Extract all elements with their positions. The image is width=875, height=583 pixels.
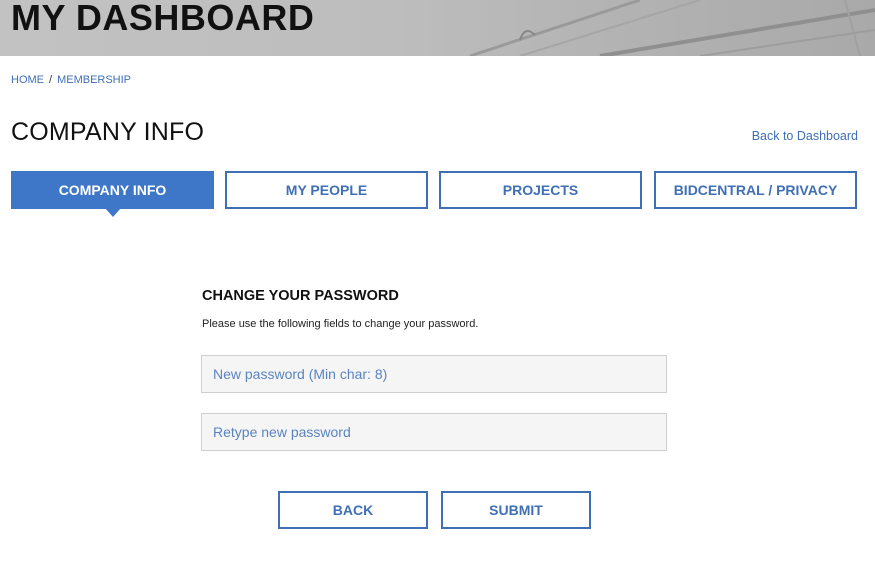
change-password-description: Please use the following fields to chang… (202, 318, 479, 330)
tab-company-info[interactable]: COMPANY INFO (11, 171, 214, 217)
retype-password-field (201, 413, 667, 451)
submit-button[interactable]: SUBMIT (441, 491, 591, 529)
tab-label: PROJECTS (502, 182, 579, 198)
active-tab-caret-icon (104, 208, 121, 217)
tab-label: COMPANY INFO (58, 182, 167, 198)
breadcrumb-home-link[interactable]: HOME (11, 74, 44, 86)
tab-projects[interactable]: PROJECTS (439, 171, 642, 209)
retype-password-input[interactable] (202, 414, 666, 450)
breadcrumb-separator: / (49, 74, 53, 86)
tab-label: MY PEOPLE (285, 182, 368, 198)
new-password-input[interactable] (202, 356, 666, 392)
page-header-title: MY DASHBOARD (11, 0, 315, 38)
breadcrumb-membership-link[interactable]: MEMBERSHIP (57, 74, 131, 86)
tab-bar: COMPANY INFO MY PEOPLE PROJECTS BIDCENTR… (11, 171, 857, 221)
tab-bidcentral-privacy[interactable]: BIDCENTRAL / PRIVACY (654, 171, 857, 209)
header-banner: MY DASHBOARD (0, 0, 875, 56)
back-button[interactable]: BACK (278, 491, 428, 529)
page-title: COMPANY INFO (11, 118, 205, 146)
tab-my-people[interactable]: MY PEOPLE (225, 171, 428, 209)
tab-label: BIDCENTRAL / PRIVACY (673, 182, 838, 198)
change-password-heading: CHANGE YOUR PASSWORD (202, 288, 399, 304)
back-to-dashboard-link[interactable]: Back to Dashboard (752, 129, 858, 143)
breadcrumb: HOME / MEMBERSHIP (11, 74, 131, 86)
new-password-field (201, 355, 667, 393)
